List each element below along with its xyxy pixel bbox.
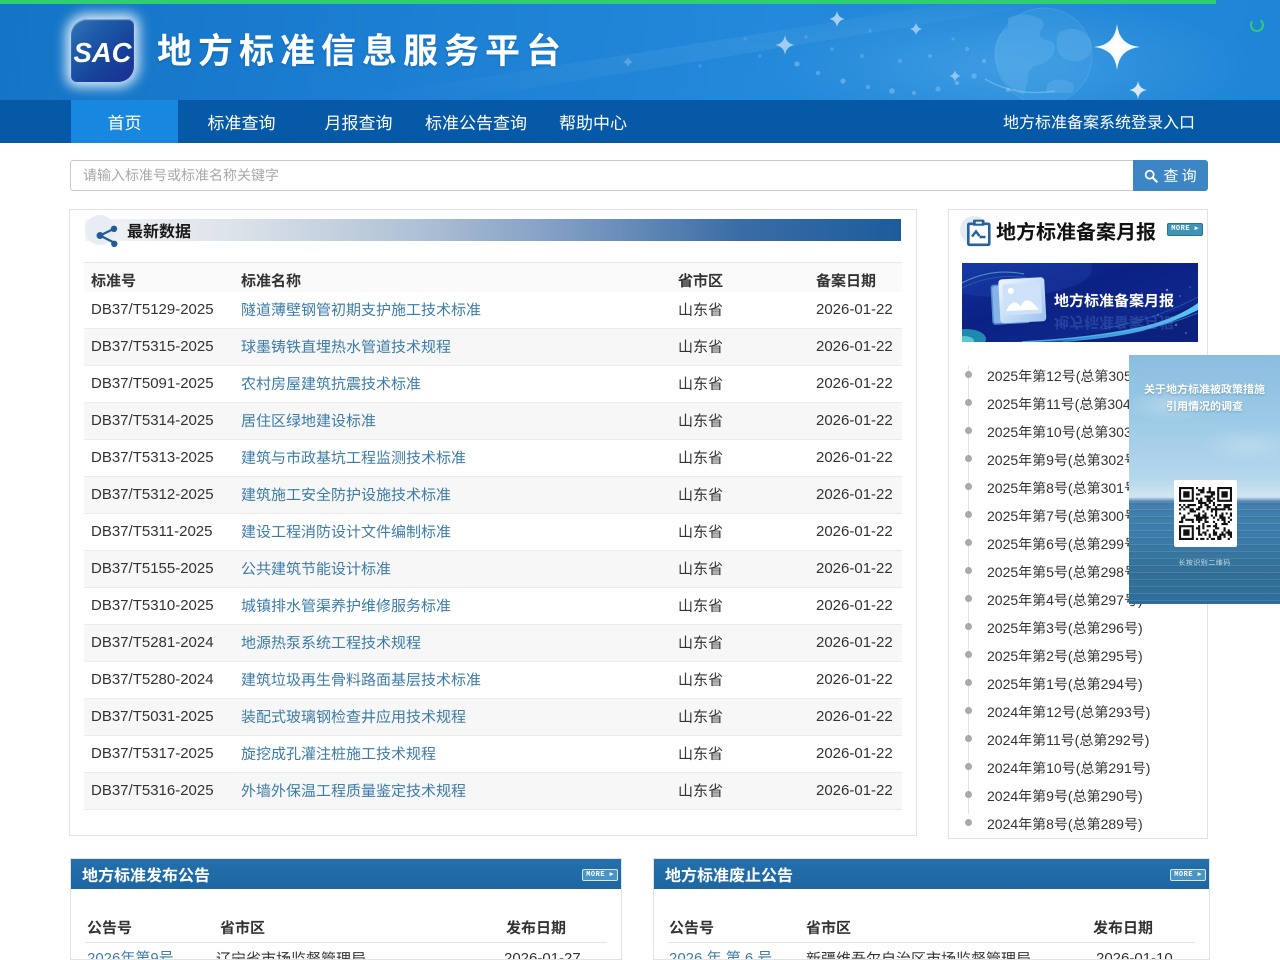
svg-text:SAC: SAC [74,37,133,68]
svg-text:地方标准备案月报: 地方标准备案月报 [1054,312,1174,333]
svg-text:地方标准备案月报: 地方标准备案月报 [1054,290,1174,311]
